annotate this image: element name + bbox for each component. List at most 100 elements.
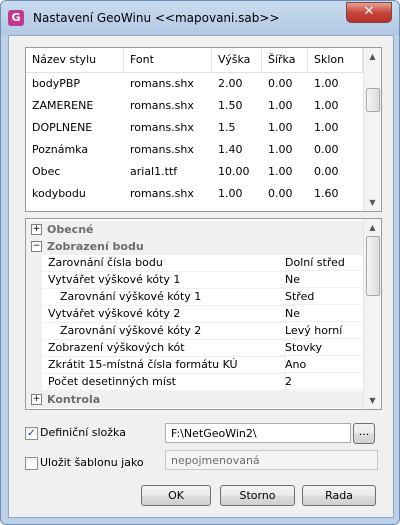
text-styles-table[interactable]: Název stylu Font Výška Šířka Sklon bodyP… [25, 47, 382, 212]
property-name: Počet desetinných míst [42, 374, 286, 391]
row-margin [26, 272, 42, 289]
property-row[interactable]: Zkrátit 15-místná čísla formátu KÚ Ano [26, 357, 363, 374]
expand-plus-icon[interactable]: + [31, 394, 42, 405]
row-margin [26, 374, 42, 391]
width-cell: 1.00 [268, 121, 293, 134]
column-header-width[interactable]: Šířka [262, 48, 308, 72]
height-cell: 1.40 [218, 143, 243, 156]
slant-cell: 1.00 [314, 77, 339, 90]
column-header-font[interactable]: Font [124, 48, 212, 72]
property-row[interactable]: Počet desetinných míst 2 [26, 374, 363, 391]
height-cell: 1.00 [218, 187, 243, 200]
table-row[interactable]: ZAMERENE romans.shx 1.50 1.00 1.00 [26, 95, 363, 117]
property-row[interactable]: Vytvářet výškové kóty 1 Ne [26, 272, 363, 289]
style-name-cell: kodybodu [32, 187, 86, 200]
row-margin [26, 306, 42, 323]
category-label: Obecné [47, 223, 94, 236]
style-name-cell: DOPLNENE [32, 121, 93, 134]
property-name: Vytvářet výškové kóty 1 [42, 272, 286, 289]
table-vertical-scrollbar[interactable]: ▲ ▼ [363, 48, 381, 211]
template-name-input[interactable]: nepojmenovaná [165, 450, 378, 470]
property-name: Zobrazení výškových kót [42, 340, 286, 357]
font-cell: romans.shx [130, 99, 194, 112]
category-obecne[interactable]: + Obecné [26, 221, 363, 238]
dialog-body: Název stylu Font Výška Šířka Sklon bodyP… [8, 35, 394, 518]
width-cell: 1.00 [268, 99, 293, 112]
property-name: Vytvářet výškové kóty 2 [42, 306, 286, 323]
width-cell: 0.00 [268, 187, 293, 200]
save-template-checkbox[interactable] [25, 457, 38, 470]
property-name: Zkrátit 15-místná čísla formátu KÚ [42, 357, 286, 374]
slant-cell: 1.00 [314, 99, 339, 112]
property-value[interactable]: Levý horní [280, 323, 363, 339]
style-name-cell: Obec [32, 165, 61, 178]
ok-button[interactable]: OK [141, 485, 211, 506]
close-button[interactable]: ✕ [346, 2, 392, 23]
property-grid: + Obecné − Zobrazení bodu Zarovnání čísl… [25, 218, 382, 410]
style-name-cell: bodyPBP [32, 77, 81, 90]
property-value[interactable]: Střed [280, 289, 363, 305]
table-row[interactable]: kodybodu romans.shx 1.00 0.00 1.60 [26, 183, 363, 205]
style-name-cell: ZAMERENE [32, 99, 94, 112]
table-row[interactable]: Poznámka romans.shx 1.40 1.00 0.00 [26, 139, 363, 161]
scroll-down-arrow-icon[interactable]: ▼ [364, 392, 381, 409]
table-row[interactable]: DOPLNENE romans.shx 1.5 1.00 1.00 [26, 117, 363, 139]
property-value[interactable]: 2 [280, 374, 363, 390]
column-header-height[interactable]: Výška [212, 48, 262, 72]
definition-folder-input[interactable]: F:\NetGeoWin2\ [165, 423, 351, 443]
column-header-style-name[interactable]: Název stylu [26, 48, 124, 72]
scroll-down-arrow-icon[interactable]: ▼ [364, 194, 381, 211]
property-value[interactable]: Ano [280, 357, 363, 373]
row-margin [26, 357, 42, 374]
property-value[interactable]: Dolní střed [280, 255, 363, 271]
font-cell: arial1.ttf [130, 165, 178, 178]
width-cell: 1.00 [268, 143, 293, 156]
property-name: Zarovnání výškové kóty 1 [42, 289, 298, 306]
property-grid-scrollbar[interactable]: ▲ ▼ [363, 219, 381, 409]
cancel-button[interactable]: Storno [220, 485, 295, 506]
slant-cell: 0.00 [314, 143, 339, 156]
browse-folder-button[interactable]: ... [353, 423, 375, 444]
scroll-thumb[interactable] [366, 88, 380, 112]
scroll-up-arrow-icon[interactable]: ▲ [364, 219, 381, 236]
property-name: Zarovnání čísla bodu [42, 255, 286, 272]
height-cell: 1.50 [218, 99, 243, 112]
table-row[interactable]: Obec arial1.ttf 10.00 1.00 0.00 [26, 161, 363, 183]
title-bar[interactable]: G Nastavení GeoWinu <<mapovani.sab>> ✕ [1, 1, 399, 35]
table-header: Název stylu Font Výška Šířka Sklon [26, 48, 363, 73]
row-margin [26, 255, 42, 272]
category-label: Kontrola [47, 393, 101, 406]
font-cell: romans.shx [130, 121, 194, 134]
advice-button[interactable]: Rada [302, 485, 376, 506]
slant-cell: 1.60 [314, 187, 339, 200]
slant-cell: 1.00 [314, 121, 339, 134]
width-cell: 1.00 [268, 165, 293, 178]
height-cell: 10.00 [218, 165, 250, 178]
property-row[interactable]: Zarovnání čísla bodu Dolní střed [26, 255, 363, 272]
definition-folder-checkbox[interactable]: ✓ [25, 427, 38, 440]
property-value[interactable]: Stovky [280, 340, 363, 356]
table-row[interactable]: bodyPBP romans.shx 2.00 0.00 1.00 [26, 73, 363, 95]
scroll-up-arrow-icon[interactable]: ▲ [364, 48, 381, 65]
category-kontrola[interactable]: + Kontrola [26, 391, 363, 408]
property-row[interactable]: Vytvářet výškové kóty 2 Ne [26, 306, 363, 323]
row-margin [26, 323, 42, 340]
slant-cell: 0.00 [314, 165, 339, 178]
width-cell: 0.00 [268, 77, 293, 90]
column-header-slant[interactable]: Sklon [308, 48, 363, 72]
property-value[interactable]: Ne [280, 272, 363, 288]
category-label: Zobrazení bodu [47, 240, 144, 253]
property-row[interactable]: Zarovnání výškové kóty 1 Střed [26, 289, 363, 306]
property-value[interactable]: Ne [280, 306, 363, 322]
scroll-thumb[interactable] [366, 236, 380, 296]
collapse-minus-icon[interactable]: − [31, 241, 42, 252]
expand-plus-icon[interactable]: + [31, 224, 42, 235]
row-margin [26, 289, 42, 306]
save-template-label: Uložit šablonu jako [40, 456, 144, 469]
property-row[interactable]: Zarovnání výškové kóty 2 Levý horní [26, 323, 363, 340]
geowin-app-icon: G [8, 10, 24, 26]
height-cell: 1.5 [218, 121, 236, 134]
category-zobrazeni-bodu[interactable]: − Zobrazení bodu [26, 238, 363, 255]
property-row[interactable]: Zobrazení výškových kót Stovky [26, 340, 363, 357]
window-title: Nastavení GeoWinu <<mapovani.sab>> [33, 11, 280, 25]
